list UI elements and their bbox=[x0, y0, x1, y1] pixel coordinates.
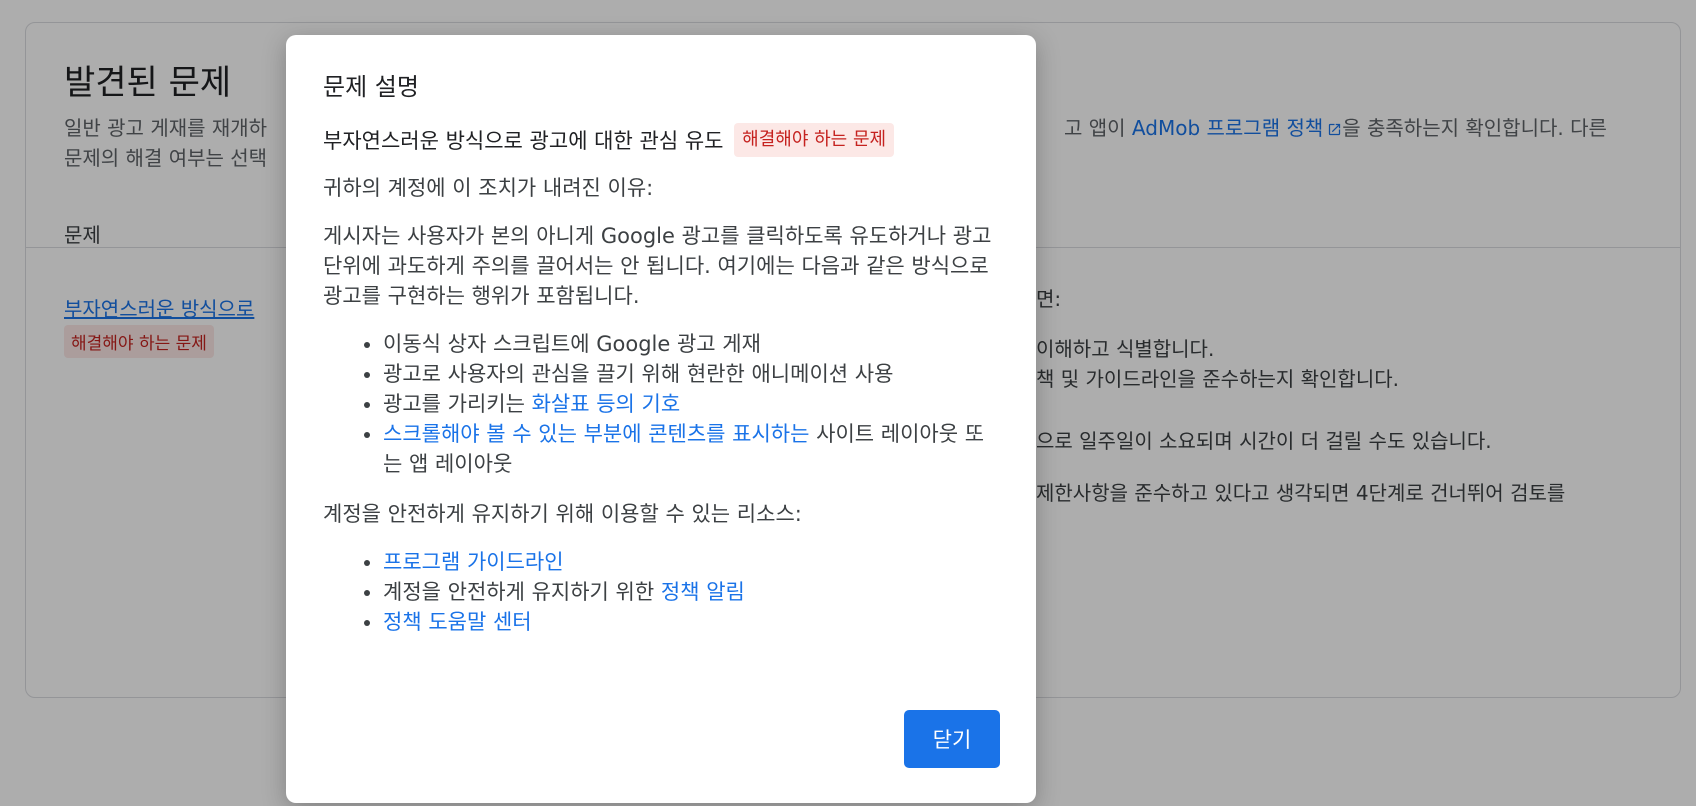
program-guidelines-link[interactable]: 프로그램 가이드라인 bbox=[383, 550, 564, 574]
list-item: 스크롤해야 볼 수 있는 부분에 콘텐츠를 표시하는 사이트 레이아웃 또는 앱… bbox=[383, 419, 998, 479]
policy-help-center-link[interactable]: 정책 도움말 센터 bbox=[383, 610, 532, 634]
list-item: 프로그램 가이드라인 bbox=[383, 547, 998, 577]
list-item-text: 광고를 가리키는 bbox=[383, 392, 532, 416]
reason-body: 게시자는 사용자가 본의 아니게 Google 광고를 클릭하도록 유도하거나 … bbox=[323, 224, 992, 308]
issue-name: 부자연스러운 방식으로 광고에 대한 관심 유도 bbox=[323, 129, 724, 153]
list-item: 정책 도움말 센터 bbox=[383, 607, 998, 637]
list-item-text: 계정을 안전하게 유지하기 위한 bbox=[383, 580, 661, 604]
scroll-content-layout-link[interactable]: 스크롤해야 볼 수 있는 부분에 콘텐츠를 표시하는 bbox=[383, 422, 809, 446]
list-item: 광고를 가리키는 화살표 등의 기호 bbox=[383, 389, 998, 419]
list-item: 이동식 상자 스크립트에 Google 광고 게재 bbox=[383, 329, 998, 359]
issue-description-dialog: 문제 설명 부자연스러운 방식으로 광고에 대한 관심 유도 해결해야 하는 문… bbox=[286, 35, 1036, 803]
arrows-symbols-link[interactable]: 화살표 등의 기호 bbox=[532, 392, 681, 416]
policy-alerts-link[interactable]: 정책 알림 bbox=[661, 580, 745, 604]
dialog-actions: 닫기 bbox=[904, 710, 1000, 768]
list-item-text: 광고로 사용자의 관심을 끌기 위해 현란한 애니메이션 사용 bbox=[383, 362, 894, 386]
dialog-title: 문제 설명 bbox=[323, 73, 419, 101]
reason-list: 이동식 상자 스크립트에 Google 광고 게재 광고로 사용자의 관심을 끌… bbox=[323, 329, 998, 479]
close-button[interactable]: 닫기 bbox=[904, 710, 1000, 768]
list-item: 광고로 사용자의 관심을 끌기 위해 현란한 애니메이션 사용 bbox=[383, 359, 998, 389]
reason-heading: 귀하의 계정에 이 조치가 내려진 이유: bbox=[323, 176, 654, 200]
status-badge: 해결해야 하는 문제 bbox=[734, 123, 895, 157]
page: 발견된 문제 일반 광고 게재를 재개하 문제의 해결 여부는 선택 고 앱이 … bbox=[0, 0, 1696, 806]
resources-list: 프로그램 가이드라인 계정을 안전하게 유지하기 위한 정책 알림 정책 도움말… bbox=[323, 547, 998, 637]
list-item-text: 이동식 상자 스크립트에 Google 광고 게재 bbox=[383, 332, 761, 356]
issue-heading: 부자연스러운 방식으로 광고에 대한 관심 유도 해결해야 하는 문제 bbox=[323, 123, 998, 159]
list-item: 계정을 안전하게 유지하기 위한 정책 알림 bbox=[383, 577, 998, 607]
resources-heading: 계정을 안전하게 유지하기 위해 이용할 수 있는 리소스: bbox=[323, 502, 802, 526]
